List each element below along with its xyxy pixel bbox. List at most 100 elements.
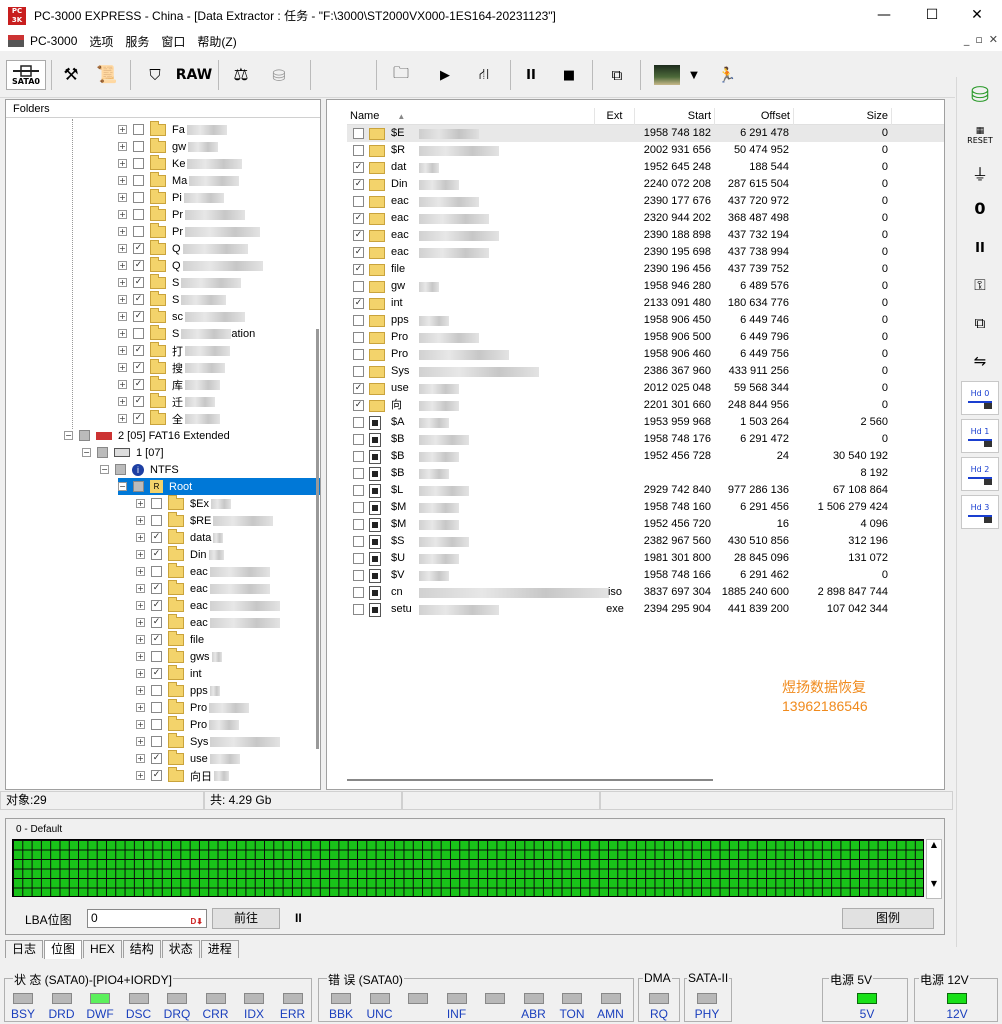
row-checkbox[interactable]: [353, 332, 364, 343]
expand-icon[interactable]: +: [118, 329, 127, 338]
tree-ntfs-node[interactable]: − i NTFS: [100, 461, 179, 478]
row-checkbox[interactable]: [353, 315, 364, 326]
hd2-button[interactable]: Hd 2: [961, 457, 999, 491]
row-checkbox[interactable]: [353, 604, 364, 615]
tree-root-child[interactable]: + ✓ use: [136, 749, 240, 767]
folder-tree[interactable]: + Fa + gw + Ke + Ma + Pi + Pr + Pr + ✓ Q + ✓ Q + ✓ S + ✓ S + ✓ sc + Sa…: [6, 119, 320, 789]
expand-icon[interactable]: +: [136, 686, 145, 695]
close-button[interactable]: ✕: [954, 0, 1000, 31]
row-checkbox[interactable]: ✓: [353, 298, 364, 309]
column-name-header[interactable]: Name ▲: [347, 108, 595, 125]
expand-icon[interactable]: +: [118, 261, 127, 270]
file-row[interactable]: $V 1958 748 166 6 291 462 0: [347, 567, 944, 584]
file-row[interactable]: ✓ Din 2240 072 208 287 615 504 0: [347, 176, 944, 193]
menu-pc3000[interactable]: PC-3000: [24, 34, 83, 48]
hd1-button[interactable]: Hd 1: [961, 419, 999, 453]
column-ext-header[interactable]: Ext: [595, 108, 635, 125]
checkbox[interactable]: [151, 685, 162, 696]
checkbox[interactable]: ✓: [151, 634, 162, 645]
expand-icon[interactable]: +: [118, 380, 127, 389]
expand-icon[interactable]: +: [118, 244, 127, 253]
row-checkbox[interactable]: [353, 553, 364, 564]
file-row[interactable]: $R 2002 931 656 50 474 952 0: [347, 142, 944, 159]
zero-button[interactable]: 0: [961, 192, 999, 224]
expand-icon[interactable]: +: [136, 533, 145, 542]
checkbox[interactable]: ✓: [133, 396, 144, 407]
expand-icon[interactable]: −: [100, 465, 109, 474]
expand-icon[interactable]: +: [136, 516, 145, 525]
right-pause-button[interactable]: II: [961, 232, 999, 264]
row-checkbox[interactable]: [353, 349, 364, 360]
tree-folder-item[interactable]: + ✓ S: [118, 273, 242, 291]
tree-root-child[interactable]: + Pro: [136, 715, 240, 733]
tree-folder-item[interactable]: + ✓ 搜: [118, 358, 225, 376]
tree-folder-item[interactable]: + Ma: [118, 171, 240, 189]
column-start-header[interactable]: Start: [635, 108, 715, 125]
tree-root-child[interactable]: + ✓ eac: [136, 613, 280, 631]
expand-icon[interactable]: +: [136, 550, 145, 559]
tab-2[interactable]: HEX: [83, 940, 122, 958]
mdi-close-button[interactable]: ✕: [989, 33, 998, 46]
tree-root-child[interactable]: + Sys: [136, 732, 281, 750]
file-row[interactable]: ✓ eac 2320 944 202 368 487 498 0: [347, 210, 944, 227]
tree-folder-item[interactable]: + Fa: [118, 120, 227, 138]
play-button[interactable]: ▶: [432, 60, 458, 90]
row-checkbox[interactable]: [353, 485, 364, 496]
file-row[interactable]: $B 8 192: [347, 465, 944, 482]
checkbox[interactable]: [151, 515, 162, 526]
file-row[interactable]: ✓ int 2133 091 480 180 634 776 0: [347, 295, 944, 312]
tree-root-child[interactable]: + pps: [136, 681, 220, 699]
tree-folder-item[interactable]: + Ke: [118, 154, 243, 172]
checkbox[interactable]: [133, 124, 144, 135]
checkbox[interactable]: [133, 192, 144, 203]
lba-map-grid[interactable]: [12, 839, 924, 897]
file-row[interactable]: eac 2390 177 676 437 720 972 0: [347, 193, 944, 210]
checkbox[interactable]: [115, 464, 126, 475]
expand-icon[interactable]: +: [136, 720, 145, 729]
tree-folder-item[interactable]: + ✓ Q: [118, 239, 248, 257]
power-5v-led[interactable]: [857, 993, 877, 1004]
disk-button[interactable]: ⛁: [264, 60, 294, 90]
minimize-button[interactable]: —: [861, 0, 907, 31]
probe-button[interactable]: ⏚: [961, 157, 999, 189]
balance-button[interactable]: ⚖: [226, 60, 256, 90]
expand-icon[interactable]: +: [136, 669, 145, 678]
checkbox[interactable]: [133, 481, 144, 492]
run-button[interactable]: 🏃: [714, 60, 740, 90]
expand-icon[interactable]: +: [136, 703, 145, 712]
file-row[interactable]: $S 2382 967 560 430 510 856 312 196: [347, 533, 944, 550]
tree-folder-item[interactable]: + ✓ S: [118, 290, 227, 308]
row-checkbox[interactable]: [353, 519, 364, 530]
row-checkbox[interactable]: ✓: [353, 264, 364, 275]
expand-icon[interactable]: +: [136, 584, 145, 593]
script-button[interactable]: 📜: [92, 60, 122, 90]
checkbox[interactable]: ✓: [151, 549, 162, 560]
expand-icon[interactable]: +: [118, 312, 127, 321]
reset-button[interactable]: ▦ RESET: [961, 119, 999, 151]
tree-root-child[interactable]: + ✓ 向日: [136, 766, 229, 784]
scrollbar-thumb[interactable]: [347, 779, 713, 781]
row-checkbox[interactable]: ✓: [353, 230, 364, 241]
drive-power-button[interactable]: ⛁: [961, 79, 999, 111]
checkbox[interactable]: [133, 175, 144, 186]
file-row[interactable]: pps 1958 906 450 6 449 746 0: [347, 312, 944, 329]
file-row[interactable]: $B 1952 456 728 24 30 540 192: [347, 448, 944, 465]
map-scrollbar[interactable]: ▲ ▼: [926, 839, 942, 899]
legend-button[interactable]: 图例: [842, 908, 934, 929]
file-row[interactable]: setu exe 2394 295 904 441 839 200 107 042 34…: [347, 601, 944, 618]
row-checkbox[interactable]: ✓: [353, 213, 364, 224]
row-checkbox[interactable]: [353, 196, 364, 207]
menu-service[interactable]: 服务: [119, 33, 155, 50]
horizontal-scrollbar[interactable]: [347, 776, 944, 786]
tree-root-child[interactable]: + ✓ Din: [136, 545, 224, 563]
checkbox[interactable]: ✓: [133, 243, 144, 254]
tree-folder-item[interactable]: + ✓ Q: [118, 256, 263, 274]
checkbox[interactable]: [133, 141, 144, 152]
hd3-button[interactable]: Hd 3: [961, 495, 999, 529]
expand-icon[interactable]: +: [118, 159, 127, 168]
file-row[interactable]: $B 1958 748 176 6 291 472 0: [347, 431, 944, 448]
row-checkbox[interactable]: [353, 128, 364, 139]
row-checkbox[interactable]: ✓: [353, 179, 364, 190]
file-row[interactable]: $M 1952 456 720 16 4 096: [347, 516, 944, 533]
tree-root-child[interactable]: + ✓ eac: [136, 579, 270, 597]
